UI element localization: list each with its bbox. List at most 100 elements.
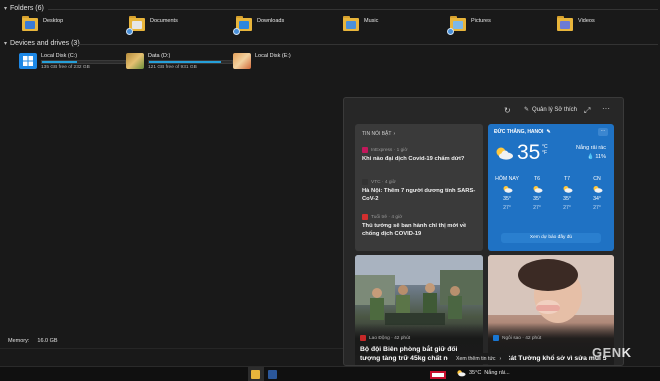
weather-condition: Nắng rải rác xyxy=(576,145,606,151)
folder-name: Pictures xyxy=(471,18,491,24)
network-icon xyxy=(126,28,133,35)
manage-interests-button[interactable]: ✎ Quản lý Sở thích xyxy=(524,106,577,114)
pencil-icon: ✎ xyxy=(546,129,551,135)
full-forecast-button[interactable]: Xem dự báo đầy đủ xyxy=(501,233,601,243)
folder-name: Documents xyxy=(150,18,178,24)
chevron-down-icon: ▾ xyxy=(4,41,8,47)
drive-image-icon xyxy=(233,53,251,69)
windows-drive-icon xyxy=(19,53,37,69)
story-source: Lao Động · 42 phút xyxy=(360,335,410,341)
refresh-icon: ↻ xyxy=(504,106,511,115)
sun-cloud-icon xyxy=(533,186,542,193)
top-stories-title[interactable]: TIN NỔI BẬT › xyxy=(362,131,395,137)
drive-e[interactable]: Local Disk (E:) xyxy=(233,53,291,69)
divider xyxy=(48,9,658,10)
news-item[interactable]: InExpress · 1 giờ Khi nào đại dịch Covid… xyxy=(362,147,476,163)
drive-image-icon xyxy=(126,53,144,69)
rain-chance-value: 11% xyxy=(595,154,606,160)
day-label: HÔM NAY xyxy=(495,176,519,182)
folder-icon xyxy=(126,16,145,35)
drive-usage-fill xyxy=(42,61,77,63)
news-headline: Khi nào đại dịch Covid-19 chấm dứt? xyxy=(362,156,465,162)
low-temp: 27° xyxy=(593,205,601,211)
top-stories-title-label: TIN NỔI BẬT xyxy=(362,131,392,137)
news-interests-panel: ↻ ✎ Quản lý Sở thích ⤢ ··· TIN NỔI BẬT ›… xyxy=(343,97,624,366)
weather-unit[interactable]: °C °F xyxy=(542,144,548,156)
expand-icon: ⤢ xyxy=(584,106,591,115)
forecast-day: T6 35° 27° xyxy=(524,176,550,211)
source-logo-icon xyxy=(362,214,368,220)
forecast-day: CN 34° 27° xyxy=(584,176,610,211)
chevron-right-icon: › xyxy=(499,355,502,362)
low-temp: 27° xyxy=(533,205,541,211)
word-taskbar-icon[interactable] xyxy=(268,370,277,379)
folders-section-header[interactable]: ▾ Folders (6) xyxy=(4,5,44,12)
drive-usage-bar xyxy=(148,60,233,64)
weather-more-button[interactable]: ··· xyxy=(598,128,608,136)
drive-name: Data (D:) xyxy=(148,53,171,59)
folder-icon xyxy=(22,16,38,31)
high-temp: 34° xyxy=(593,196,601,202)
refresh-button[interactable]: ↻ xyxy=(504,106,511,115)
expand-button[interactable]: ⤢ xyxy=(584,106,590,116)
high-temp: 35° xyxy=(563,196,571,202)
story-source-label: Ngôi sao · 42 phút xyxy=(502,335,542,341)
folder-pictures[interactable]: Pictures xyxy=(447,16,491,35)
file-explorer-taskbar-icon[interactable] xyxy=(251,370,260,379)
raindrop-icon: 💧 xyxy=(587,154,594,160)
news-item[interactable]: VTC · 4 giờ Hà Nội: Thêm 7 người dương t… xyxy=(362,179,476,203)
photo-story-card[interactable]: Lao Động · 42 phút Bộ đội Biên phòng bắt… xyxy=(355,255,483,365)
folder-documents[interactable]: Documents xyxy=(126,16,178,35)
folder-icon xyxy=(447,16,466,35)
divider xyxy=(0,348,343,349)
folder-name: Desktop xyxy=(43,18,64,24)
see-more-label: Xem thêm tin tức xyxy=(456,355,496,362)
source-logo-icon xyxy=(493,335,499,341)
sun-cloud-icon xyxy=(457,370,466,377)
folder-icon xyxy=(233,16,252,35)
taskbar-weather-text: Nắng rải... xyxy=(484,370,510,376)
news-headline: Thủ tướng sẽ ban hành chỉ thị mới về chố… xyxy=(362,223,467,237)
drive-name: Local Disk (C:) xyxy=(41,53,78,59)
story-source-label: Lao Động · 42 phút xyxy=(369,335,411,341)
high-temp: 35° xyxy=(533,196,541,202)
drive-d[interactable]: Data (D:) 121 GB free of 931 GB xyxy=(126,53,233,70)
divider xyxy=(78,44,658,45)
folder-music[interactable]: Music xyxy=(343,16,379,31)
language-flag-icon[interactable] xyxy=(430,371,446,379)
day-label: T7 xyxy=(563,176,571,182)
weather-location[interactable]: ĐỨC THẮNG, HANOI ✎ xyxy=(494,129,551,135)
forecast-row: HÔM NAY 35° 27° T6 35° 27° T7 35° 27° CN… xyxy=(494,176,610,211)
sun-cloud-icon xyxy=(563,186,572,193)
folder-name: Downloads xyxy=(257,18,285,24)
source-logo-icon xyxy=(362,179,368,185)
drive-free-space: 121 GB free of 931 GB xyxy=(148,65,197,70)
taskbar: 35°C Nắng rải... xyxy=(0,366,660,381)
folder-desktop[interactable]: Desktop xyxy=(22,16,64,31)
sun-cloud-icon xyxy=(593,186,602,193)
top-stories-card: TIN NỔI BẬT › InExpress · 1 giờ Khi nào … xyxy=(355,124,483,251)
folder-name: Music xyxy=(364,18,379,24)
drive-usage-fill xyxy=(149,61,222,63)
more-button[interactable]: ··· xyxy=(602,104,610,113)
unit-fahrenheit[interactable]: °F xyxy=(542,150,548,156)
high-temp: 35° xyxy=(503,196,511,202)
folder-videos[interactable]: Videos xyxy=(557,16,595,31)
news-source: InExpress · 1 giờ xyxy=(371,147,408,153)
folder-downloads[interactable]: Downloads xyxy=(233,16,285,35)
genk-watermark-logo: GENK xyxy=(592,345,632,360)
drives-section-header[interactable]: ▾ Devices and drives (3) xyxy=(4,40,80,47)
see-more-news-button[interactable]: Xem thêm tin tức › xyxy=(448,353,510,364)
drive-c[interactable]: Local Disk (C:) 135 GB free of 232 GB xyxy=(19,53,126,70)
sun-cloud-icon xyxy=(503,186,512,193)
network-icon xyxy=(233,28,240,35)
weather-card[interactable]: ĐỨC THẮNG, HANOI ✎ ··· 35 °C °F Nắng rải… xyxy=(488,124,614,251)
pencil-icon: ✎ xyxy=(524,107,530,113)
taskbar-weather-temp: 35°C xyxy=(469,370,482,376)
memory-label: Memory: xyxy=(8,338,30,344)
taskbar-weather-button[interactable]: 35°C Nắng rải... xyxy=(456,369,510,377)
news-source: Tuổi trẻ · 4 giờ xyxy=(371,214,403,220)
news-item[interactable]: Tuổi trẻ · 4 giờ Thủ tướng sẽ ban hành c… xyxy=(362,214,476,238)
folder-name: Videos xyxy=(578,18,595,24)
rain-chance: 💧 11% xyxy=(587,154,606,160)
